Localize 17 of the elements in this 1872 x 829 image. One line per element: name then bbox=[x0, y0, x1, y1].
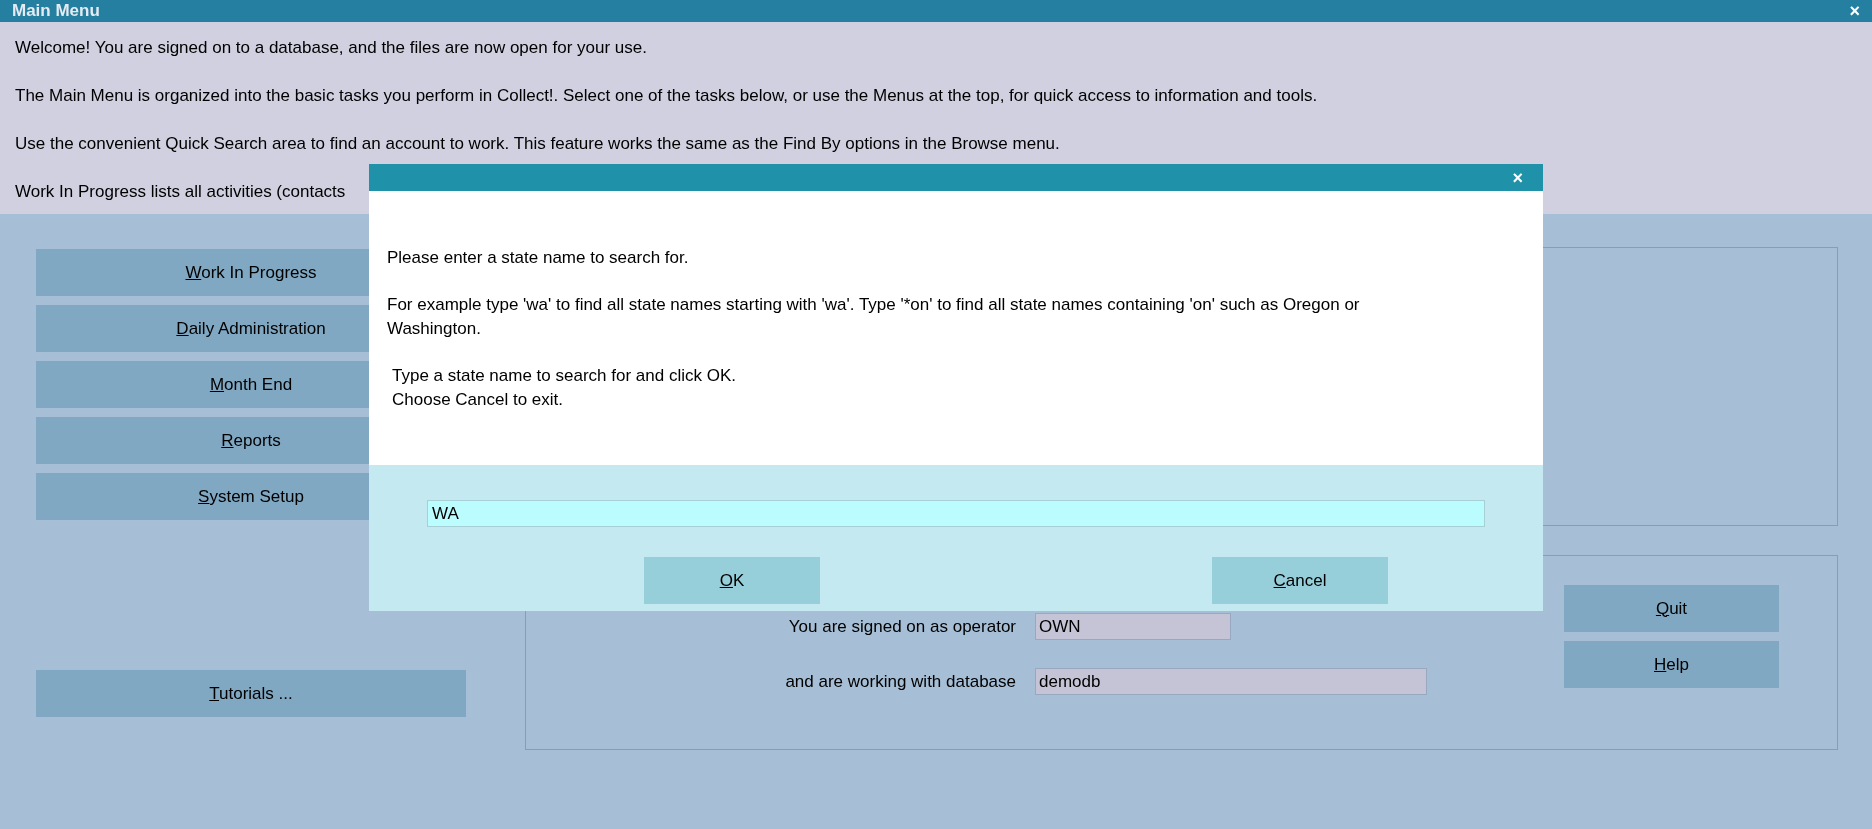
dialog-button[interactable]: OK bbox=[644, 557, 820, 604]
field-label: You are signed on as operator bbox=[787, 616, 1016, 637]
close-button[interactable]: × bbox=[1508, 168, 1527, 187]
readonly-field: demodb bbox=[1035, 668, 1427, 695]
window-title: Main Menu bbox=[12, 1, 100, 21]
side-button[interactable]: Help bbox=[1564, 641, 1779, 688]
tutorials-button[interactable]: Tutorials ... bbox=[36, 670, 466, 717]
input-field[interactable]: WA bbox=[427, 500, 1485, 527]
info-text: Use the convenient Quick Search area to find an account to work. This feature works the same as the Find By options in the Browse menu. bbox=[15, 133, 1060, 155]
readonly-field: OWN bbox=[1035, 613, 1231, 640]
close-button[interactable]: × bbox=[1845, 2, 1864, 20]
info-text: Welcome! You are signed on to a database, and the files are now open for your use. bbox=[15, 37, 647, 59]
info-text: The Main Menu is organized into the basic tasks you perform in Collect!. Select one of the tasks below, or use the Menus at the top, for quick access to information and tools. bbox=[15, 85, 1318, 107]
field-label: and are working with database bbox=[784, 671, 1016, 692]
info-text: Work In Progress lists all activities (contacts bbox=[15, 181, 346, 203]
side-button[interactable]: Quit bbox=[1564, 585, 1779, 632]
dialog-button[interactable]: Cancel bbox=[1212, 557, 1388, 604]
